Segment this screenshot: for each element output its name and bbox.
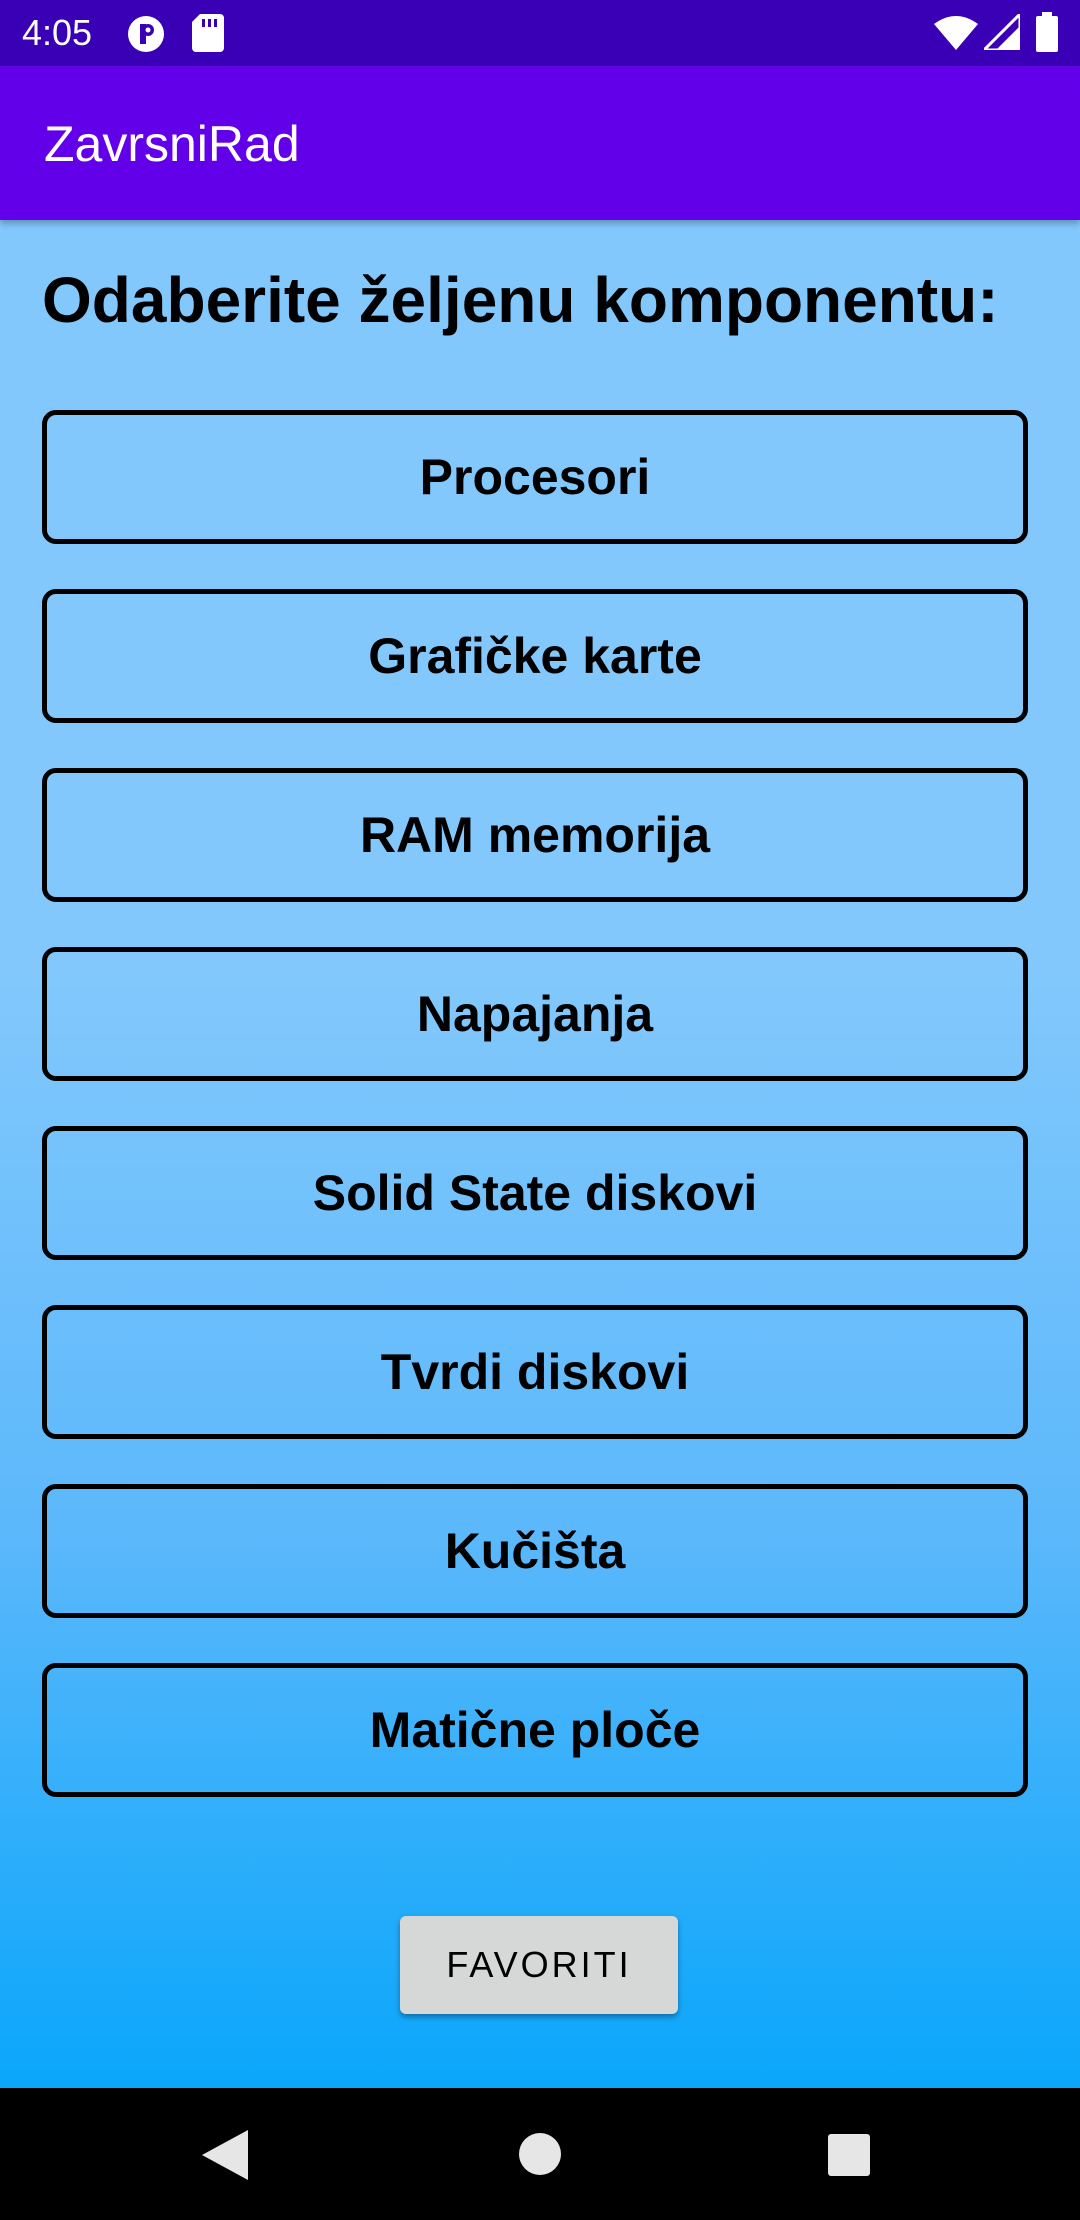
app-title: ZavrsniRad	[44, 116, 300, 172]
back-icon[interactable]	[202, 2130, 248, 2185]
notification-p-icon	[126, 14, 166, 59]
button-label: RAM memorija	[359, 807, 711, 863]
kucista-button[interactable]: Kučišta	[42, 1484, 1028, 1618]
procesori-button[interactable]: Procesori	[42, 410, 1028, 544]
favorites-label: FAVORITI	[446, 1944, 632, 1985]
napajanja-button[interactable]: Napajanja	[42, 947, 1028, 1081]
battery-icon	[1036, 12, 1058, 57]
button-label: Napajanja	[416, 986, 654, 1042]
button-label: Procesori	[419, 449, 651, 505]
button-label: Matične ploče	[369, 1702, 701, 1758]
favorites-button[interactable]: FAVORITI	[400, 1916, 678, 2014]
button-label: Solid State diskovi	[312, 1165, 758, 1221]
button-label: Tvrdi diskovi	[380, 1344, 690, 1400]
maticne-ploce-button[interactable]: Matične ploče	[42, 1663, 1028, 1797]
ram-memorija-button[interactable]: RAM memorija	[42, 768, 1028, 902]
wifi-icon	[934, 16, 978, 55]
status-time: 4:05	[22, 12, 93, 53]
main-content: Odaberite željenu komponentu: Procesori …	[0, 220, 1080, 2088]
sd-card-icon	[192, 14, 224, 57]
app-bar: ZavrsniRad	[0, 66, 1080, 220]
graficke-karte-button[interactable]: Grafičke karte	[42, 589, 1028, 723]
button-label: Kučišta	[444, 1523, 626, 1579]
button-label: Grafičke karte	[368, 628, 702, 684]
navigation-bar	[0, 2088, 1080, 2220]
signal-icon	[980, 10, 1022, 55]
ssd-button[interactable]: Solid State diskovi	[42, 1126, 1028, 1260]
home-icon[interactable]	[518, 2132, 562, 2181]
tvrdi-diskovi-button[interactable]: Tvrdi diskovi	[42, 1305, 1028, 1439]
status-bar: 4:05	[0, 0, 1080, 66]
page-heading: Odaberite željenu komponentu:	[42, 264, 999, 336]
recents-icon[interactable]	[828, 2134, 870, 2181]
